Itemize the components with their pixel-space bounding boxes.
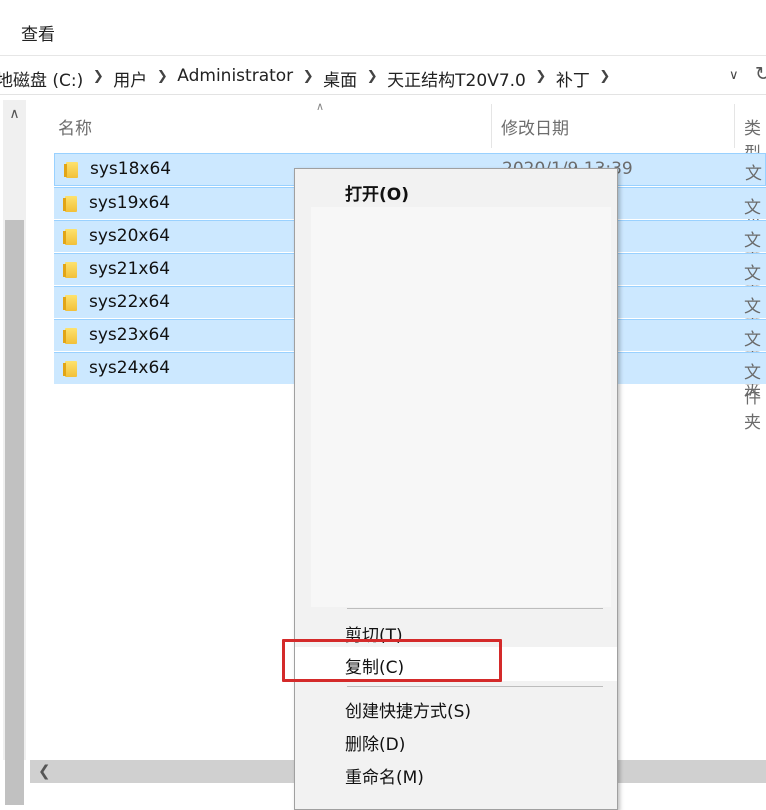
breadcrumb-users[interactable]: 用户 — [113, 66, 147, 91]
column-modified[interactable]: 修改日期 — [501, 114, 569, 139]
breadcrumb-patch[interactable]: 补丁 — [556, 66, 590, 91]
breadcrumb-chevron-icon[interactable]: ❯ — [526, 66, 556, 88]
column-divider[interactable] — [734, 104, 735, 148]
folder-icon — [63, 361, 77, 377]
breadcrumb: 地磁盘 (C:) ❯ 用户 ❯ Administrator ❯ 桌面 ❯ 天正结构T20V7.0… — [0, 66, 620, 91]
column-divider[interactable] — [491, 104, 492, 148]
file-type: 文件夹 — [744, 363, 761, 433]
file-name: sys23x64 — [89, 325, 171, 345]
context-menu-blank-area — [311, 207, 611, 607]
refresh-icon[interactable]: ↻ — [755, 63, 766, 85]
breadcrumb-chevron-icon[interactable]: ❯ — [293, 66, 323, 88]
vertical-scrollbar[interactable]: ∧ — [3, 100, 26, 805]
context-menu: 打开(O) 剪切(T) 复制(C) 创建快捷方式(S) 删除(D) 重命名(M) — [294, 168, 618, 810]
folder-icon — [63, 295, 77, 311]
breadcrumb-desktop[interactable]: 桌面 — [323, 66, 357, 91]
menu-separator — [347, 686, 603, 687]
tab-view[interactable]: 查看 — [21, 20, 55, 45]
breadcrumb-drive[interactable]: 地磁盘 (C:) — [0, 66, 83, 91]
file-name: sys19x64 — [89, 193, 171, 213]
breadcrumb-chevron-icon[interactable]: ❯ — [83, 66, 113, 88]
file-name: sys18x64 — [90, 159, 172, 179]
annotation-highlight-box — [282, 639, 502, 682]
breadcrumb-tangent[interactable]: 天正结构T20V7.0 — [387, 66, 526, 91]
breadcrumb-administrator[interactable]: Administrator — [177, 66, 293, 86]
ribbon: 查看 — [0, 0, 766, 58]
menu-item-create-shortcut[interactable]: 创建快捷方式(S) — [345, 697, 471, 722]
file-name: sys21x64 — [89, 259, 171, 279]
breadcrumb-chevron-icon[interactable]: ❯ — [590, 66, 620, 88]
folder-icon — [64, 162, 78, 178]
breadcrumb-chevron-icon[interactable]: ❯ — [357, 66, 387, 88]
file-name: sys24x64 — [89, 358, 171, 378]
folder-icon — [63, 262, 77, 278]
chevron-down-icon[interactable]: ∨ — [729, 68, 739, 83]
column-name[interactable]: 名称 — [58, 114, 92, 139]
menu-item-rename[interactable]: 重命名(M) — [345, 763, 424, 788]
breadcrumb-chevron-icon[interactable]: ❯ — [147, 66, 177, 88]
address-bar[interactable]: 地磁盘 (C:) ❯ 用户 ❯ Administrator ❯ 桌面 ❯ 天正结构T20V7.0… — [0, 60, 766, 94]
scroll-up-icon[interactable]: ∧ — [3, 106, 26, 122]
scroll-left-icon[interactable]: ❮ — [38, 762, 51, 780]
scrollbar-thumb[interactable] — [5, 220, 24, 805]
folder-icon — [63, 328, 77, 344]
menu-item-delete[interactable]: 删除(D) — [345, 730, 405, 755]
ribbon-divider — [0, 55, 766, 56]
sort-ascending-icon: ∧ — [316, 100, 325, 113]
column-header-row: ∧ 名称 修改日期 类型 — [54, 100, 766, 164]
address-divider — [0, 94, 766, 95]
menu-separator — [347, 608, 603, 609]
file-name: sys20x64 — [89, 226, 171, 246]
menu-item-open[interactable]: 打开(O) — [345, 180, 409, 205]
file-name: sys22x64 — [89, 292, 171, 312]
folder-icon — [63, 229, 77, 245]
folder-icon — [63, 196, 77, 212]
